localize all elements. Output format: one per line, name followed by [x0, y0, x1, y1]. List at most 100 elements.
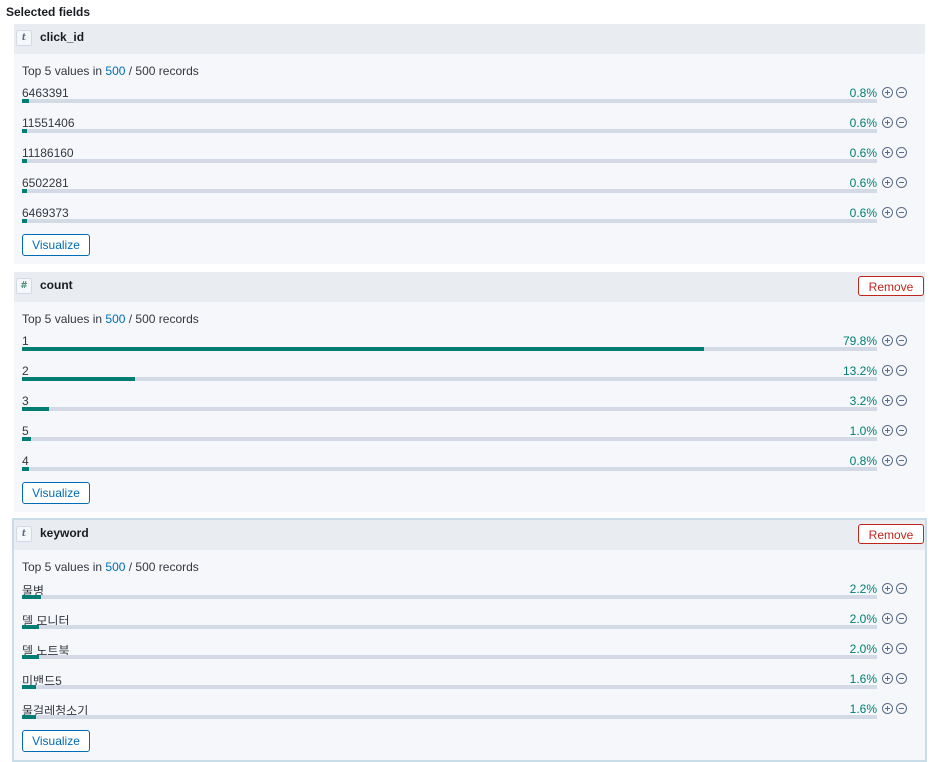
- filter-for-value-icon[interactable]: [882, 87, 893, 98]
- summary-prefix: Top 5 values in: [22, 312, 106, 326]
- filter-out-value-icon[interactable]: [896, 425, 907, 436]
- filter-out-value-icon[interactable]: [896, 147, 907, 158]
- value-progress-bar: [22, 159, 877, 163]
- value-progress-bar: [22, 219, 877, 223]
- field-name[interactable]: keyword: [40, 526, 89, 540]
- filter-for-value-icon[interactable]: [882, 455, 893, 466]
- field-value-label: 11186160: [22, 146, 74, 160]
- field-value-row: 물걸레청소기 1.6%: [22, 702, 907, 732]
- summary-suffix: / 500 records: [125, 560, 199, 574]
- field-value-percent: 13.2%: [842, 364, 877, 378]
- selected-fields-title: Selected fields: [6, 5, 91, 19]
- records-count-link[interactable]: 500: [105, 312, 125, 326]
- filter-out-value-icon[interactable]: [896, 703, 907, 714]
- filter-out-value-icon[interactable]: [896, 583, 907, 594]
- filter-out-value-icon[interactable]: [896, 673, 907, 684]
- field-value-percent: 0.8%: [849, 86, 877, 100]
- value-progress-fill: [22, 625, 40, 629]
- field-value-row: 6463391 0.8%: [22, 86, 907, 116]
- value-progress-bar: [22, 377, 877, 381]
- filter-out-value-icon[interactable]: [896, 117, 907, 128]
- filter-for-value-icon[interactable]: [882, 613, 893, 624]
- filter-for-value-icon[interactable]: [882, 177, 893, 188]
- visualize-button[interactable]: Visualize: [22, 234, 90, 256]
- filter-out-value-icon[interactable]: [896, 87, 907, 98]
- filter-for-value-icon[interactable]: [882, 207, 893, 218]
- filter-for-value-icon[interactable]: [882, 395, 893, 406]
- value-progress-bar: [22, 655, 877, 659]
- value-progress-bar: [22, 99, 877, 103]
- field-value-row: 5 1.0%: [22, 424, 907, 454]
- field-value-row: 6469373 0.6%: [22, 206, 907, 236]
- summary-suffix: / 500 records: [125, 64, 199, 78]
- field-header[interactable]: t click_id: [14, 24, 925, 54]
- values-summary: Top 5 values in 500 / 500 records: [22, 312, 199, 326]
- summary-prefix: Top 5 values in: [22, 560, 106, 574]
- value-progress-bar: [22, 129, 877, 133]
- filter-for-value-icon[interactable]: [882, 117, 893, 128]
- filter-for-value-icon[interactable]: [882, 425, 893, 436]
- value-progress-bar: [22, 189, 877, 193]
- value-progress-fill: [22, 189, 28, 193]
- visualize-button[interactable]: Visualize: [22, 482, 90, 504]
- field-value-row: 델 모니터 2.0%: [22, 612, 907, 642]
- field-value-percent: 1.6%: [849, 702, 877, 716]
- value-progress-bar: [22, 437, 877, 441]
- field-value-row: 11551406 0.6%: [22, 116, 907, 146]
- filter-out-value-icon[interactable]: [896, 613, 907, 624]
- filter-out-value-icon[interactable]: [896, 643, 907, 654]
- field-value-row: 4 0.8%: [22, 454, 907, 484]
- filter-for-value-icon[interactable]: [882, 673, 893, 684]
- filter-out-value-icon[interactable]: [896, 335, 907, 346]
- value-progress-fill: [22, 685, 36, 689]
- field-value-percent: 0.6%: [849, 116, 877, 130]
- field-value-percent: 0.8%: [849, 454, 877, 468]
- value-progress-bar: [22, 685, 877, 689]
- records-count-link[interactable]: 500: [105, 560, 125, 574]
- field-value-percent: 0.6%: [849, 206, 877, 220]
- value-progress-fill: [22, 437, 31, 441]
- field-header[interactable]: # count Remove: [14, 272, 925, 302]
- field-value-row: 델 노트북 2.0%: [22, 642, 907, 672]
- filter-for-value-icon[interactable]: [882, 365, 893, 376]
- value-progress-fill: [22, 655, 40, 659]
- field-panel-click-id: t click_id Top 5 values in 500 / 500 rec…: [14, 24, 925, 264]
- filter-for-value-icon[interactable]: [882, 335, 893, 346]
- filter-for-value-icon[interactable]: [882, 583, 893, 594]
- field-name[interactable]: count: [40, 278, 73, 292]
- field-value-row: 1 79.8%: [22, 334, 907, 364]
- field-value-label: 6463391: [22, 86, 69, 100]
- value-progress-fill: [22, 377, 135, 381]
- remove-field-button[interactable]: Remove: [858, 524, 924, 544]
- remove-field-button[interactable]: Remove: [858, 276, 924, 296]
- filter-out-value-icon[interactable]: [896, 365, 907, 376]
- field-value-row: 6502281 0.6%: [22, 176, 907, 206]
- field-value-percent: 2.0%: [849, 612, 877, 626]
- value-progress-fill: [22, 99, 29, 103]
- filter-for-value-icon[interactable]: [882, 147, 893, 158]
- filter-out-value-icon[interactable]: [896, 395, 907, 406]
- value-progress-fill: [22, 467, 29, 471]
- value-progress-fill: [22, 347, 705, 351]
- field-value-label: 6469373: [22, 206, 69, 220]
- value-progress-bar: [22, 407, 877, 411]
- filter-out-value-icon[interactable]: [896, 455, 907, 466]
- values-summary: Top 5 values in 500 / 500 records: [22, 560, 199, 574]
- filter-out-value-icon[interactable]: [896, 177, 907, 188]
- field-header[interactable]: t keyword Remove: [14, 520, 925, 550]
- records-count-link[interactable]: 500: [105, 64, 125, 78]
- filter-for-value-icon[interactable]: [882, 703, 893, 714]
- field-value-label: 4: [22, 454, 29, 468]
- field-value-label: 1: [22, 334, 29, 348]
- filter-for-value-icon[interactable]: [882, 643, 893, 654]
- field-value-percent: 2.0%: [849, 642, 877, 656]
- field-value-label: 2: [22, 364, 29, 378]
- value-progress-bar: [22, 715, 877, 719]
- filter-out-value-icon[interactable]: [896, 207, 907, 218]
- visualize-button[interactable]: Visualize: [22, 730, 90, 752]
- field-name[interactable]: click_id: [40, 30, 84, 44]
- number-type-icon: #: [16, 278, 32, 294]
- field-value-label: 5: [22, 424, 29, 438]
- summary-prefix: Top 5 values in: [22, 64, 106, 78]
- value-progress-bar: [22, 595, 877, 599]
